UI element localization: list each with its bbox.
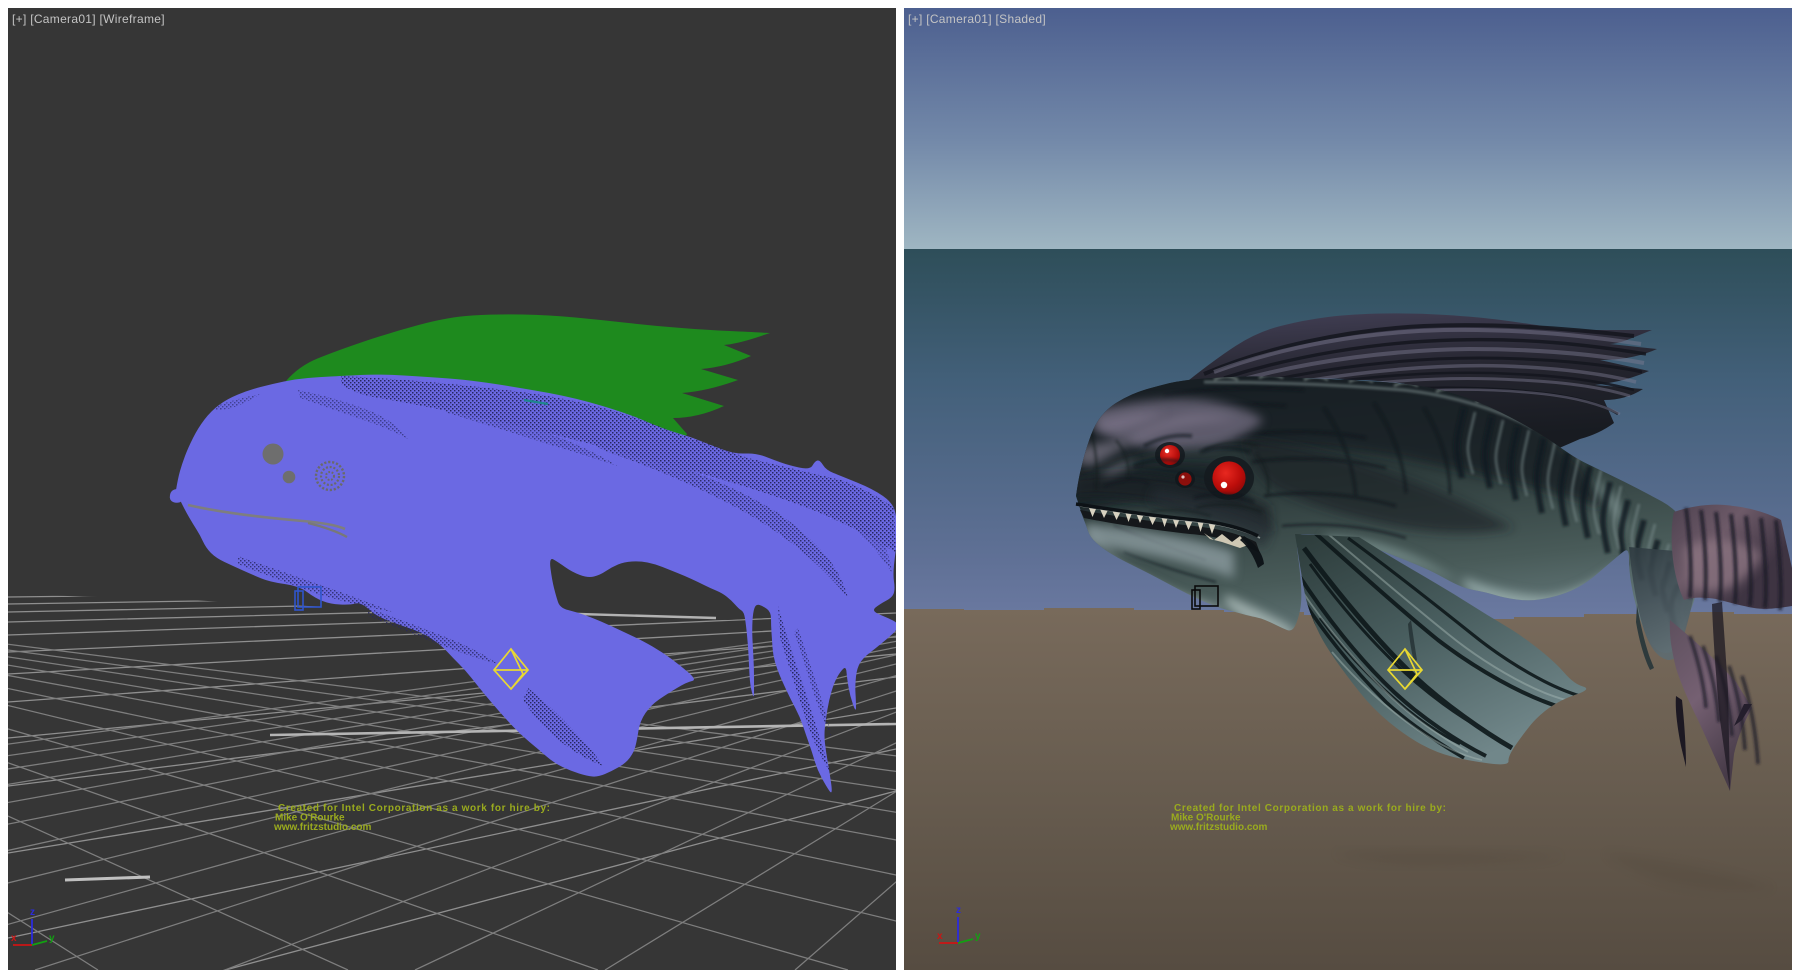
svg-text:z: z — [956, 905, 961, 916]
svg-text:x: x — [11, 933, 17, 944]
svg-text:[+] [Camera01] [Wireframe]: [+] [Camera01] [Wireframe] — [12, 12, 165, 26]
svg-text:y: y — [975, 931, 981, 942]
svg-text:y: y — [49, 933, 55, 944]
svg-text:z: z — [30, 907, 35, 918]
svg-text:[+] [Camera01] [Shaded]: [+] [Camera01] [Shaded] — [908, 12, 1046, 26]
svg-text:www.fritzstudio.com: www.fritzstudio.com — [273, 822, 372, 833]
svg-text:x: x — [937, 931, 943, 942]
svg-text:www.fritzstudio.com: www.fritzstudio.com — [1169, 822, 1268, 833]
